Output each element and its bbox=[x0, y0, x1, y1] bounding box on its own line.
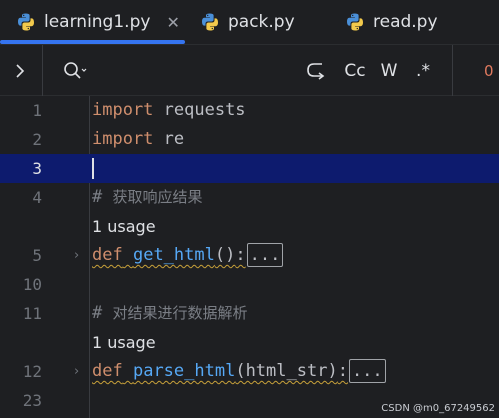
line-number: 11 bbox=[22, 304, 42, 323]
editor-tab-bar: learning1.py ✕ pack.py read.py bbox=[0, 0, 499, 44]
function-name: get_html bbox=[132, 245, 215, 265]
text-caret bbox=[92, 158, 94, 179]
code-line[interactable]: 12 › def parse_html(html_str):... bbox=[0, 357, 499, 386]
comment-text: 对结果进行数据解析 bbox=[112, 304, 248, 322]
comment-hash: # bbox=[92, 303, 113, 323]
colon: : bbox=[235, 245, 246, 265]
code-rest: requests bbox=[153, 100, 246, 120]
keyword: import bbox=[92, 129, 154, 149]
search-icon[interactable] bbox=[60, 45, 90, 97]
tab-label: pack.py bbox=[228, 12, 295, 32]
tab-learning1[interactable]: learning1.py ✕ bbox=[16, 0, 180, 44]
code-rest: re bbox=[153, 129, 185, 149]
line-number: 10 bbox=[22, 275, 42, 294]
usage-hint-row: 1 usage bbox=[0, 212, 499, 241]
line-number: 2 bbox=[32, 130, 42, 149]
usage-hint[interactable]: 1 usage bbox=[92, 212, 156, 241]
line-number: 3 bbox=[32, 159, 42, 178]
function-name: parse_html bbox=[132, 361, 236, 381]
close-icon[interactable]: ✕ bbox=[166, 13, 179, 32]
find-toolbar: Cc W .* 0 bbox=[0, 44, 499, 97]
code-line[interactable]: 10 bbox=[0, 270, 499, 299]
match-case-button[interactable]: Cc bbox=[340, 45, 370, 97]
function-args: (html_str) bbox=[235, 361, 338, 381]
code-line[interactable]: 2 import re bbox=[0, 125, 499, 154]
code-editor[interactable]: 1 import requests 2 import re 3 4 # 获取响应… bbox=[0, 96, 499, 418]
line-number: 1 bbox=[32, 101, 42, 120]
keyword: import bbox=[92, 100, 154, 120]
python-icon bbox=[202, 13, 218, 31]
code-text: def get_html():... bbox=[92, 241, 284, 270]
current-line[interactable]: 3 bbox=[0, 154, 499, 183]
code-text: import re bbox=[92, 125, 184, 154]
folded-region[interactable]: ... bbox=[348, 359, 386, 383]
code-line[interactable]: 4 # 获取响应结果 bbox=[0, 183, 499, 212]
chevron-right-icon[interactable] bbox=[8, 45, 32, 97]
fold-chevron-icon[interactable]: › bbox=[74, 241, 79, 270]
usage-hint[interactable]: 1 usage bbox=[92, 328, 156, 357]
newline-icon[interactable] bbox=[302, 45, 328, 97]
keyword: def bbox=[92, 245, 123, 265]
line-number: 4 bbox=[32, 188, 42, 207]
code-text: import requests bbox=[92, 96, 246, 125]
fold-chevron-icon[interactable]: › bbox=[74, 357, 79, 386]
regex-button[interactable]: .* bbox=[410, 45, 436, 97]
tab-label: read.py bbox=[373, 12, 438, 32]
comment-hash: # bbox=[92, 187, 113, 207]
function-args: () bbox=[214, 245, 236, 265]
result-count: 0 bbox=[484, 62, 494, 80]
comment: # 对结果进行数据解析 bbox=[92, 299, 248, 328]
tab-pack[interactable]: pack.py bbox=[200, 0, 295, 44]
python-icon bbox=[347, 13, 363, 31]
tab-read[interactable]: read.py bbox=[345, 0, 438, 44]
toolbar-divider bbox=[452, 45, 453, 97]
python-icon bbox=[18, 13, 34, 31]
line-number: 12 bbox=[22, 362, 42, 381]
watermark: CSDN @m0_67249562 bbox=[381, 403, 495, 414]
tab-label: learning1.py bbox=[44, 12, 151, 32]
whole-words-button[interactable]: W bbox=[376, 45, 402, 97]
code-line[interactable]: 11 # 对结果进行数据解析 bbox=[0, 299, 499, 328]
keyword: def bbox=[92, 361, 123, 381]
colon: : bbox=[337, 361, 348, 381]
usage-hint-row: 1 usage bbox=[0, 328, 499, 357]
comment: # 获取响应结果 bbox=[92, 183, 203, 212]
code-text: def parse_html(html_str):... bbox=[92, 357, 386, 386]
code-line[interactable]: 1 import requests bbox=[0, 96, 499, 125]
code-line[interactable]: 5 › def get_html():... bbox=[0, 241, 499, 270]
line-number: 5 bbox=[32, 246, 42, 265]
comment-text: 获取响应结果 bbox=[112, 188, 203, 206]
toolbar-divider bbox=[42, 45, 43, 97]
folded-region[interactable]: ... bbox=[246, 243, 284, 267]
line-number: 23 bbox=[22, 391, 42, 410]
